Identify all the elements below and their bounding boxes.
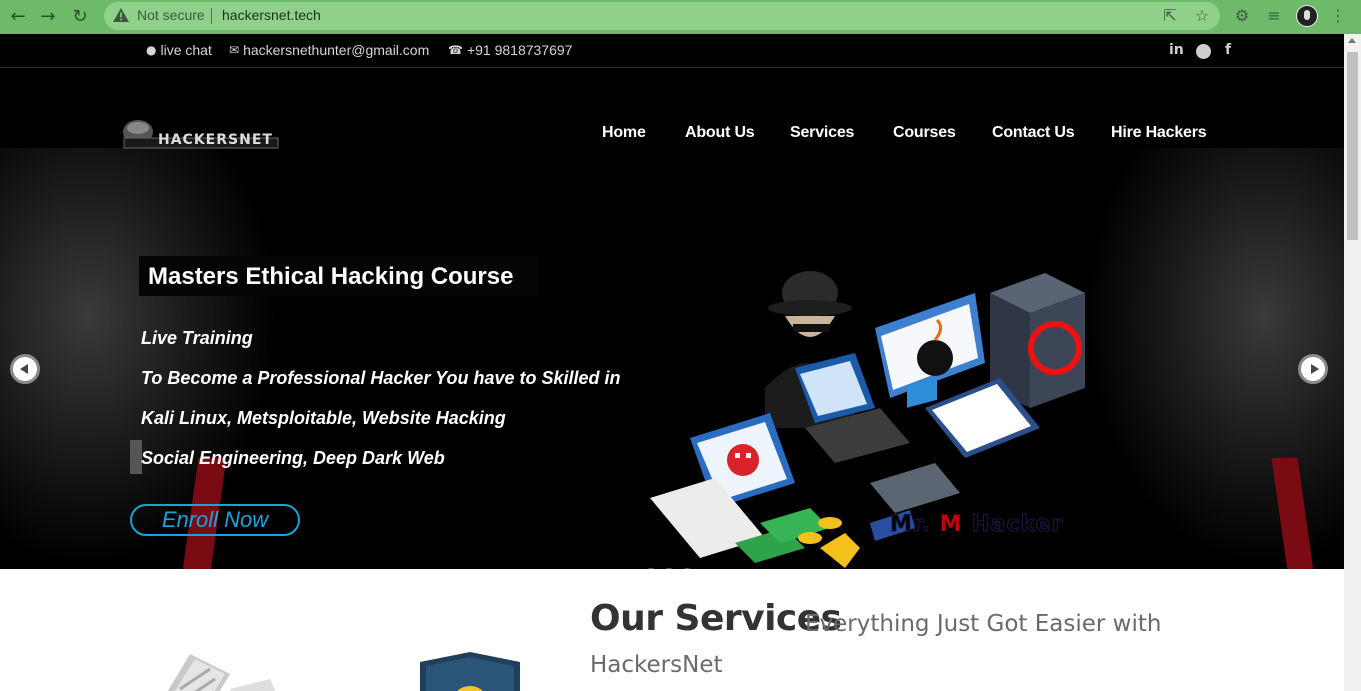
scroll-thumb[interactable] xyxy=(1347,52,1358,240)
headset-icon: ☎ xyxy=(448,43,463,57)
phone-link[interactable]: ☎ +91 9818737697 xyxy=(448,42,572,58)
reading-list-icon[interactable]: ≡ xyxy=(1264,6,1284,26)
linkedin-icon[interactable]: in xyxy=(1169,42,1184,58)
address-divider xyxy=(211,8,212,24)
nav-courses[interactable]: Courses xyxy=(893,124,956,142)
hero-line: Live Training xyxy=(141,328,253,348)
carousel-dot-2[interactable] xyxy=(663,568,675,569)
brand-prefix: Mr. xyxy=(890,512,931,538)
contact-bar: ● live chat ✉ hackersnethunter@gmail.com… xyxy=(0,34,1344,68)
carousel-next-button[interactable] xyxy=(1298,354,1328,384)
nav-hire-hackers[interactable]: Hire Hackers xyxy=(1111,124,1207,142)
nav-about-us[interactable]: About Us xyxy=(685,124,755,142)
browser-toolbar: ← → ↻ Not secure hackersnet.tech ⇱ ☆ ⚙ ≡… xyxy=(0,0,1361,34)
hero-title: Masters Ethical Hacking Course xyxy=(148,263,514,290)
carousel-prev-button[interactable] xyxy=(10,354,40,384)
facebook-icon[interactable]: f xyxy=(1225,42,1231,58)
warning-icon[interactable] xyxy=(112,7,130,23)
reload-icon[interactable]: ↻ xyxy=(68,5,92,29)
enroll-now-button[interactable]: Enroll Now xyxy=(130,504,300,536)
services-subtitle-brand: HackersNet xyxy=(590,652,723,678)
nav-home[interactable]: Home xyxy=(602,124,646,142)
phone-text: +91 9818737697 xyxy=(466,42,573,58)
share-icon[interactable]: ⇱ xyxy=(1160,6,1180,26)
services-title: Our Services xyxy=(590,598,842,639)
documents-icon xyxy=(167,654,276,691)
carousel-dot-1[interactable] xyxy=(645,568,657,569)
live-chat-label: live chat xyxy=(160,42,212,58)
forward-icon[interactable]: → xyxy=(36,5,60,29)
chat-icon: ● xyxy=(146,43,157,57)
carousel-indicators xyxy=(645,568,693,569)
telegram-icon[interactable] xyxy=(1196,44,1211,59)
scroll-up-arrow-icon[interactable] xyxy=(1348,38,1356,43)
page-scrollbar[interactable] xyxy=(1344,34,1361,691)
security-shield-icon xyxy=(420,652,520,691)
star-icon[interactable]: ☆ xyxy=(1192,6,1212,26)
page-viewport: ● live chat ✉ hackersnethunter@gmail.com… xyxy=(0,34,1344,691)
hero-line: Kali Linux, Metsploitable, Website Hacki… xyxy=(141,408,506,428)
nav-contact-us[interactable]: Contact Us xyxy=(992,124,1075,142)
email-link[interactable]: ✉ hackersnethunter@gmail.com xyxy=(229,42,429,58)
brand-suffix: Hacker xyxy=(971,512,1064,538)
nav-services[interactable]: Services xyxy=(790,124,854,142)
back-icon[interactable]: ← xyxy=(6,5,30,29)
mr-m-hacker-watermark: Mr. M Hacker xyxy=(890,512,1064,538)
profile-avatar[interactable] xyxy=(1296,5,1318,27)
carousel-dot-3[interactable] xyxy=(681,568,693,569)
brand-m: M xyxy=(939,512,963,537)
live-chat-link[interactable]: ● live chat xyxy=(146,42,212,58)
chevron-right-icon xyxy=(1311,364,1319,374)
hero-line: Social Engineering, Deep Dark Web xyxy=(141,448,445,468)
extensions-icon[interactable]: ⚙ xyxy=(1232,6,1252,26)
menu-icon[interactable]: ⋮ xyxy=(1328,6,1348,26)
security-label[interactable]: Not secure xyxy=(137,7,205,23)
hero-carousel: HACKERSNET Home About Us Services Course… xyxy=(0,68,1344,569)
envelope-icon: ✉ xyxy=(229,43,240,57)
hero-line: To Become a Professional Hacker You have… xyxy=(141,368,621,388)
chevron-left-icon xyxy=(20,364,28,374)
logo-text: HACKERSNET xyxy=(158,132,273,148)
email-text: hackersnethunter@gmail.com xyxy=(243,42,430,58)
services-subtitle: Everything Just Got Easier with xyxy=(805,611,1162,637)
url-text[interactable]: hackersnet.tech xyxy=(222,7,321,23)
